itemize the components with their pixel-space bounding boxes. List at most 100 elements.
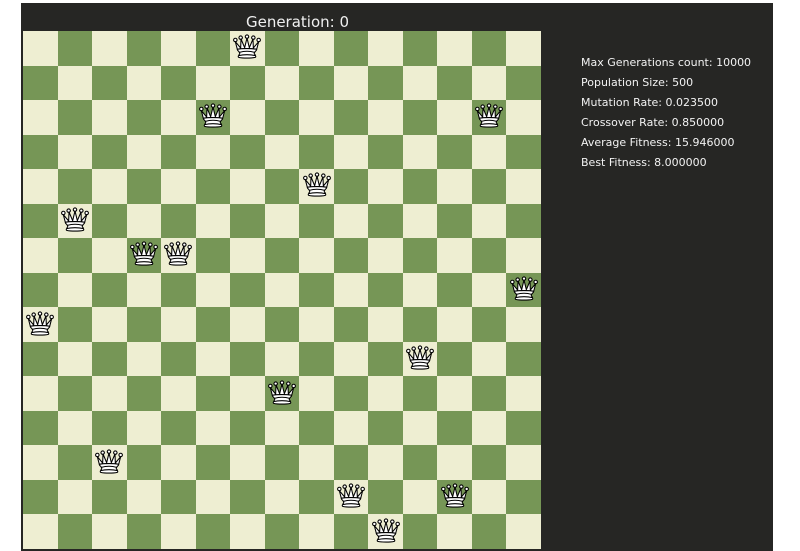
board-square: [299, 307, 334, 342]
board-square: [126, 514, 162, 549]
generation-label: Generation: 0: [245, 13, 350, 31]
board-square: [195, 238, 231, 273]
board-square: [506, 445, 541, 480]
board-square: [299, 272, 334, 308]
board-square: [471, 410, 507, 446]
board-square: [402, 238, 438, 273]
board-square: [23, 169, 58, 204]
stats-panel: Max Generations count: 10000 Population …: [581, 53, 751, 173]
board-square: [161, 479, 196, 515]
board-square: [437, 514, 472, 549]
board-square: [23, 100, 58, 135]
board-square: [264, 100, 300, 135]
average-fitness-stat: Average Fitness: 15.946000: [581, 136, 735, 149]
board-square: [506, 134, 541, 170]
board-square: [161, 445, 196, 480]
board-square: [195, 134, 231, 170]
board-square: [23, 479, 58, 515]
board-square: [161, 65, 196, 101]
white-queen-icon: [268, 379, 296, 405]
board-square: [92, 65, 127, 101]
board-square: [437, 307, 472, 342]
board-square: [23, 134, 58, 170]
board-square: [126, 376, 162, 411]
board-square: [92, 514, 127, 549]
mutation-rate-stat: Mutation Rate: 0.023500: [581, 96, 718, 109]
board-square: [299, 514, 334, 549]
white-queen-icon: [233, 34, 262, 59]
board-square: [161, 134, 196, 170]
board-square: [230, 307, 265, 342]
board-square: [471, 169, 507, 204]
board-square: [437, 203, 472, 239]
board-square: [264, 307, 300, 342]
board-square: [57, 445, 93, 480]
board-square: [402, 514, 438, 549]
board-square: [368, 203, 403, 239]
white-queen-icon: [198, 103, 227, 128]
board-square: [126, 169, 162, 204]
board-square: [126, 203, 162, 239]
board-square: [402, 65, 438, 101]
board-square: [402, 272, 438, 308]
board-square: [506, 65, 541, 101]
board-square: [92, 100, 127, 135]
max-generations-stat: Max Generations count: 10000: [581, 56, 752, 69]
board-square: [402, 134, 438, 170]
board-square: [57, 203, 93, 239]
board-square: [23, 445, 58, 480]
board-square: [161, 514, 196, 549]
board-square: [161, 31, 196, 66]
board-square: [437, 100, 472, 135]
board-square: [402, 307, 438, 342]
board-square: [471, 31, 507, 66]
board-square: [23, 514, 58, 549]
board-square: [57, 479, 93, 515]
board-square: [264, 410, 300, 446]
board-square: [506, 203, 541, 239]
board-square: [264, 169, 300, 204]
board-square: [230, 65, 265, 101]
board-square: [299, 134, 334, 170]
white-queen-icon: [475, 103, 504, 128]
board-square: [92, 31, 127, 66]
board-square: [23, 341, 58, 377]
board-square: [161, 376, 196, 411]
board-square: [333, 445, 369, 480]
board-square: [437, 376, 472, 411]
board-square: [437, 410, 472, 446]
white-queen-icon: [509, 276, 538, 301]
board-square: [23, 238, 58, 273]
board-square: [126, 445, 162, 480]
board-square: [471, 134, 507, 170]
board-square: [57, 307, 93, 342]
board-square: [506, 169, 541, 204]
board-square: [195, 100, 231, 135]
board-square: [471, 272, 507, 308]
board-square: [402, 203, 438, 239]
board-square: [230, 410, 265, 446]
board-square: [57, 341, 93, 377]
board-square: [471, 100, 507, 135]
board-square: [126, 341, 162, 377]
board-square: [195, 31, 231, 66]
board-square: [126, 100, 162, 135]
board-square: [437, 31, 472, 66]
board-square: [264, 341, 300, 377]
board-square: [333, 514, 369, 549]
board-square: [57, 134, 93, 170]
board-square: [57, 31, 93, 66]
board-square: [471, 307, 507, 342]
white-queen-icon: [406, 345, 435, 370]
white-queen-icon: [337, 483, 365, 508]
board-square: [333, 307, 369, 342]
board-square: [506, 31, 541, 66]
board-square: [57, 272, 93, 308]
board-square: [333, 169, 369, 204]
board-square: [126, 479, 162, 515]
white-queen-icon: [164, 241, 193, 267]
board-square: [57, 238, 93, 273]
app-window: Generation: 0 Max Generations count: 100…: [21, 3, 773, 551]
board-square: [368, 307, 403, 342]
board-square: [92, 238, 127, 273]
